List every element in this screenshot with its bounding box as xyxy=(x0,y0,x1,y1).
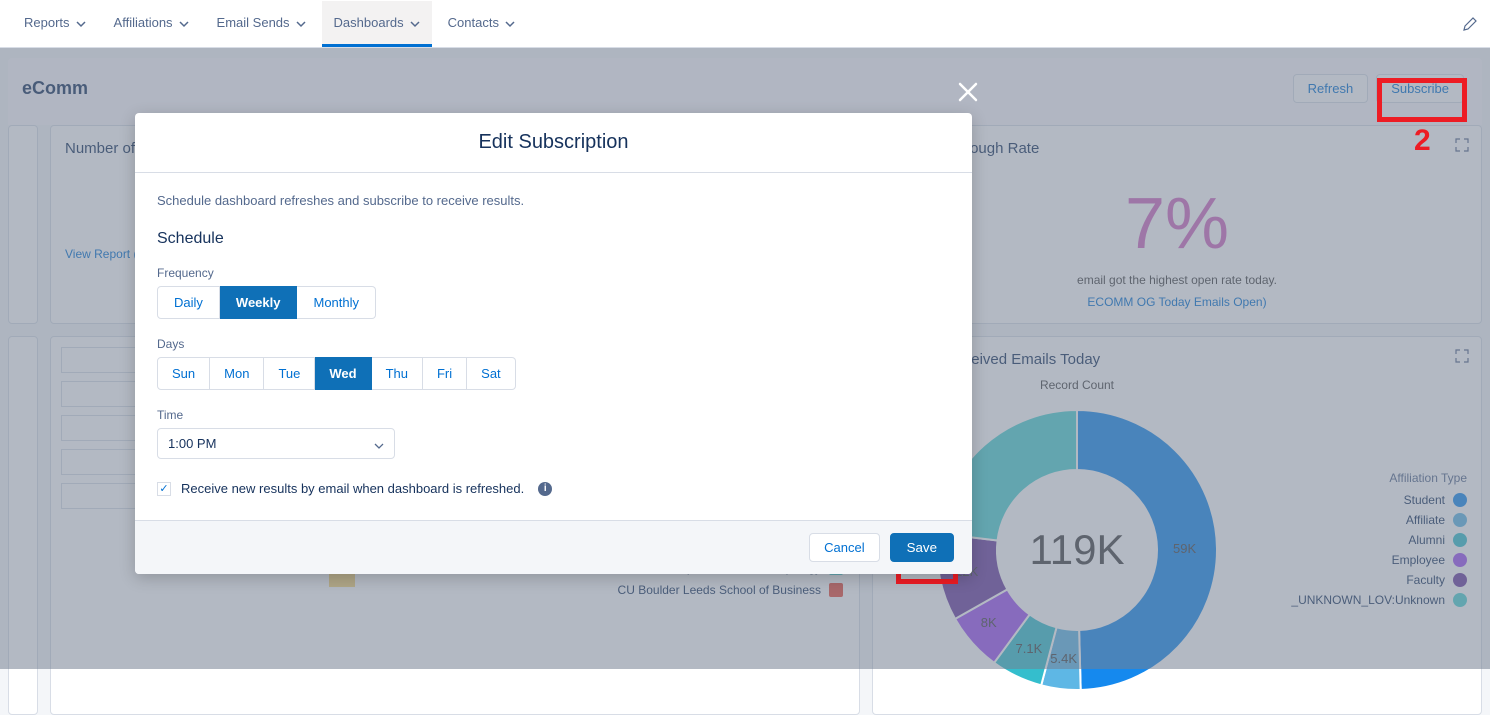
nav-dashboards[interactable]: Dashboards xyxy=(322,1,432,47)
time-select[interactable]: 1:00 PM xyxy=(157,428,395,459)
frequency-monthly[interactable]: Monthly xyxy=(297,286,376,319)
chevron-down-icon xyxy=(505,17,515,27)
modal-section-heading: Schedule xyxy=(157,230,950,248)
days-group: SunMonTueWedThuFriSat xyxy=(157,357,950,390)
day-tue[interactable]: Tue xyxy=(264,357,315,390)
frequency-label: Frequency xyxy=(157,266,950,280)
day-sun[interactable]: Sun xyxy=(157,357,210,390)
cancel-button[interactable]: Cancel xyxy=(809,533,879,562)
day-wed[interactable]: Wed xyxy=(315,357,371,390)
chevron-down-icon xyxy=(76,17,86,27)
modal-description: Schedule dashboard refreshes and subscri… xyxy=(157,193,950,208)
close-icon[interactable] xyxy=(956,80,980,104)
email-results-checkbox-row[interactable]: ✓ Receive new results by email when dash… xyxy=(157,481,950,496)
chevron-down-icon xyxy=(410,17,420,27)
day-sat[interactable]: Sat xyxy=(467,357,516,390)
nav-affiliations-label: Affiliations xyxy=(114,15,173,30)
chevron-down-icon xyxy=(374,439,384,449)
pencil-icon[interactable] xyxy=(1462,16,1478,32)
chevron-down-icon xyxy=(296,17,306,27)
modal-title: Edit Subscription xyxy=(135,113,972,173)
frequency-weekly[interactable]: Weekly xyxy=(220,286,298,319)
days-label: Days xyxy=(157,337,950,351)
modal-footer: Cancel Save xyxy=(135,520,972,574)
nav-email-sends-label: Email Sends xyxy=(217,15,290,30)
nav-email-sends[interactable]: Email Sends xyxy=(205,1,318,47)
day-thu[interactable]: Thu xyxy=(372,357,423,390)
top-nav: Reports Affiliations Email Sends Dashboa… xyxy=(0,0,1490,48)
checkbox-checked-icon[interactable]: ✓ xyxy=(157,482,171,496)
save-button[interactable]: Save xyxy=(890,533,954,562)
day-fri[interactable]: Fri xyxy=(423,357,467,390)
nav-reports-label: Reports xyxy=(24,15,70,30)
time-label: Time xyxy=(157,408,950,422)
nav-reports[interactable]: Reports xyxy=(12,1,98,47)
nav-contacts-label: Contacts xyxy=(448,15,499,30)
info-icon[interactable]: i xyxy=(538,482,552,496)
time-value: 1:00 PM xyxy=(168,436,216,451)
nav-contacts[interactable]: Contacts xyxy=(436,1,527,47)
frequency-daily[interactable]: Daily xyxy=(157,286,220,319)
nav-dashboards-label: Dashboards xyxy=(334,15,404,30)
edit-subscription-modal: Edit Subscription Schedule dashboard ref… xyxy=(135,113,972,574)
frequency-group: DailyWeeklyMonthly xyxy=(157,286,950,319)
day-mon[interactable]: Mon xyxy=(210,357,264,390)
nav-affiliations[interactable]: Affiliations xyxy=(102,1,201,47)
chevron-down-icon xyxy=(179,17,189,27)
checkbox-label: Receive new results by email when dashbo… xyxy=(181,481,524,496)
